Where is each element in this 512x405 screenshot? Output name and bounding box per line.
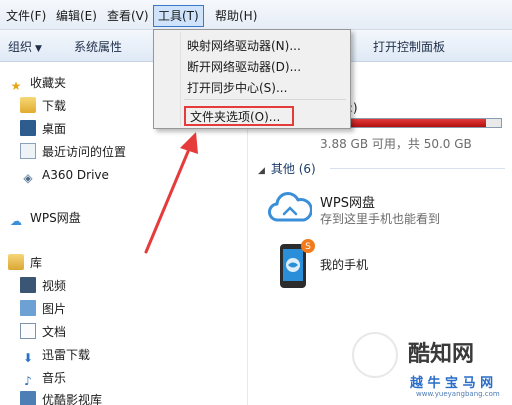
- menu-item-open-sync-center[interactable]: 打开同步中心(S)...: [187, 79, 287, 96]
- nav-item-a360-drive[interactable]: ◈ A360 Drive: [20, 165, 109, 185]
- nav-item-libraries[interactable]: 库: [8, 253, 42, 273]
- phone-icon[interactable]: S: [276, 238, 316, 290]
- nav-item-label: 迅雷下载: [42, 348, 91, 362]
- nav-item-youku-library[interactable]: 优酷影视库: [20, 390, 102, 405]
- nav-item-label: 图片: [42, 302, 67, 316]
- organize-button[interactable]: 组织 ▼: [8, 38, 42, 55]
- nav-item-download[interactable]: 下载: [20, 96, 66, 116]
- watermark-logo-icon: [352, 332, 398, 378]
- thunder-download-icon: ⬇: [22, 351, 34, 365]
- document-icon: [20, 323, 36, 339]
- nav-item-label: 视频: [42, 279, 67, 293]
- group-header-label: 其他 (6): [270, 162, 316, 176]
- menu-view[interactable]: 查看(V): [103, 6, 153, 26]
- menu-help[interactable]: 帮助(H): [211, 6, 261, 26]
- menu-separator: [184, 99, 346, 100]
- group-divider: [330, 168, 505, 169]
- wps-cloud-title[interactable]: WPS网盘: [320, 192, 375, 211]
- menu-file[interactable]: 文件(F): [2, 6, 50, 26]
- nav-item-label: 优酷影视库: [42, 393, 103, 405]
- library-icon: [8, 254, 24, 270]
- nav-item-label: 库: [30, 256, 43, 270]
- menu-item-map-network-drive[interactable]: 映射网络驱动器(N)...: [187, 37, 301, 54]
- nav-item-desktop[interactable]: 桌面: [20, 119, 66, 139]
- nav-item-pictures[interactable]: 图片: [20, 299, 66, 319]
- chevron-down-icon: ▼: [35, 44, 42, 54]
- nav-item-label: 下载: [42, 99, 67, 113]
- nav-item-label: 收藏夹: [30, 76, 67, 90]
- nav-item-recent-places[interactable]: 最近访问的位置: [20, 142, 126, 162]
- watermark-name: 酷知网: [408, 342, 475, 367]
- menu-item-folder-options[interactable]: 文件夹选项(O)...: [184, 106, 294, 126]
- menu-bar: 文件(F) 编辑(E) 查看(V) 工具(T) 帮助(H): [0, 0, 512, 30]
- menu-tools[interactable]: 工具(T): [153, 5, 204, 27]
- wps-cloud-icon[interactable]: [268, 190, 312, 226]
- nav-item-wps-cloud[interactable]: ☁ WPS网盘: [8, 208, 81, 228]
- nav-item-label: 文档: [42, 325, 67, 339]
- watermark-name-secondary: 越 牛 宝 马 网: [410, 376, 494, 391]
- open-control-panel-button[interactable]: 打开控制面板: [373, 38, 445, 55]
- nav-item-music[interactable]: ♪ 音乐: [20, 368, 66, 388]
- drive-c-info: 3.88 GB 可用，共 50.0 GB: [320, 137, 472, 151]
- a360-icon: ◈: [23, 171, 33, 185]
- menu-item-disconnect-network-drive[interactable]: 断开网络驱动器(D)...: [187, 58, 301, 75]
- nav-item-label: A360 Drive: [42, 168, 109, 182]
- recent-places-icon: [20, 143, 36, 159]
- wps-cloud-subtitle: 存到这里手机也能看到: [320, 212, 441, 226]
- menu-icon-gutter: [180, 32, 181, 126]
- tools-dropdown-menu: 映射网络驱动器(N)... 断开网络驱动器(D)... 打开同步中心(S)...…: [153, 29, 351, 129]
- picture-icon: [20, 300, 36, 316]
- star-icon: ★: [10, 79, 22, 93]
- nav-item-label: 桌面: [42, 122, 67, 136]
- nav-item-label: WPS网盘: [30, 211, 81, 225]
- watermark-url: www.yueyangbang.com: [416, 390, 500, 398]
- nav-item-favorites[interactable]: ★ 收藏夹: [8, 73, 66, 93]
- music-icon: ♪: [24, 374, 32, 388]
- annotation-arrow-icon: [144, 132, 198, 254]
- cloud-icon: ☁: [10, 214, 22, 228]
- svg-text:S: S: [305, 242, 311, 252]
- watermark: 酷知网 越 牛 宝 马 网 www.yueyangbang.com: [342, 320, 510, 402]
- desktop-icon: [20, 120, 36, 136]
- youku-video-icon: [20, 391, 36, 405]
- nav-item-documents[interactable]: 文档: [20, 322, 66, 342]
- my-phone-label[interactable]: 我的手机: [320, 256, 368, 273]
- group-header-other[interactable]: ◢ 其他 (6): [258, 160, 316, 177]
- system-properties-button[interactable]: 系统属性: [74, 38, 122, 55]
- nav-item-videos[interactable]: 视频: [20, 276, 66, 296]
- organize-label: 组织: [8, 40, 33, 54]
- collapse-triangle-icon: ◢: [258, 166, 265, 176]
- video-icon: [20, 277, 36, 293]
- nav-item-label: 最近访问的位置: [42, 145, 127, 159]
- nav-item-thunder-download[interactable]: ⬇ 迅雷下载: [20, 345, 90, 365]
- menu-edit[interactable]: 编辑(E): [52, 6, 101, 26]
- nav-item-label: 音乐: [42, 371, 67, 385]
- download-folder-icon: [20, 97, 36, 113]
